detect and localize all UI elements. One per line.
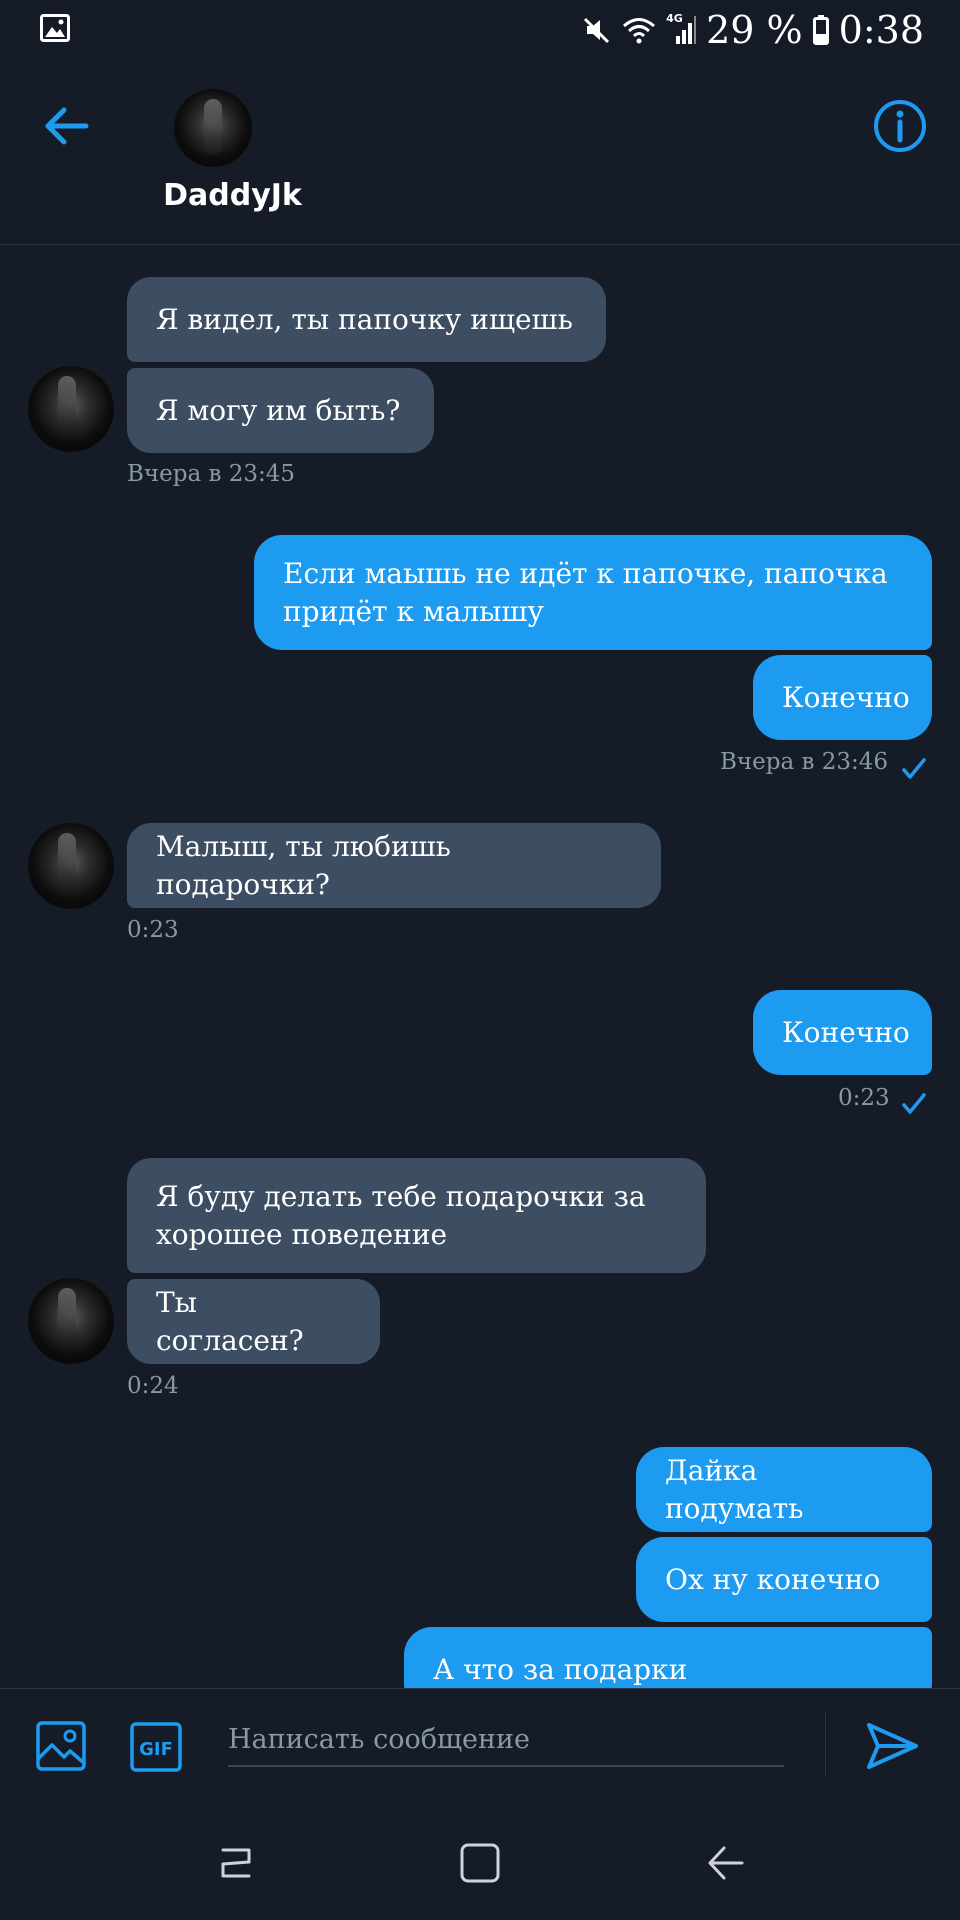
- message-timestamp: 0:23: [838, 1085, 890, 1111]
- status-icons: 4G 29 % 0:38: [582, 8, 924, 52]
- message-text: Я буду делать тебе подарочки за хорошее …: [156, 1179, 646, 1251]
- message-text: Я видел, ты папочку ищешь: [156, 302, 573, 336]
- battery-icon: [812, 15, 829, 45]
- mute-icon: [584, 17, 610, 44]
- battery-percentage: 29 %: [706, 8, 803, 52]
- incoming-message[interactable]: Я буду делать тебе подарочки за хорошее …: [127, 1158, 706, 1273]
- gif-icon[interactable]: GIF: [130, 1722, 182, 1772]
- message-list[interactable]: Я видел, ты папочку ищешь Я могу им быть…: [0, 245, 960, 1688]
- clock: 0:38: [838, 8, 924, 52]
- outgoing-message[interactable]: Конечно: [753, 655, 932, 740]
- outgoing-message[interactable]: Если маышь не идёт к папочке, папочка пр…: [254, 535, 932, 650]
- system-navigation-bar: [0, 1804, 960, 1920]
- message-text: Конечно: [782, 680, 910, 714]
- message-timestamp: Вчера в 23:46: [720, 749, 889, 775]
- send-icon[interactable]: [866, 1721, 920, 1771]
- message-text: Если маышь не идёт к папочке, папочка пр…: [283, 556, 888, 628]
- image-icon[interactable]: [36, 1721, 86, 1771]
- incoming-message[interactable]: Я могу им быть?: [127, 368, 434, 453]
- sender-avatar[interactable]: [28, 823, 114, 909]
- contact-avatar[interactable]: [174, 89, 252, 167]
- gif-label: GIF: [139, 1739, 173, 1760]
- sent-check-icon: [902, 758, 926, 779]
- incoming-message[interactable]: Ты согласен?: [127, 1279, 380, 1364]
- message-timestamp: 0:24: [127, 1373, 179, 1399]
- outgoing-message[interactable]: А что за подарки: [404, 1627, 932, 1688]
- message-composer: GIF: [0, 1688, 960, 1805]
- signal-indicator: 4G: [666, 12, 697, 46]
- message-timestamp: Вчера в 23:45: [127, 461, 296, 487]
- composer-divider: [825, 1711, 826, 1775]
- incoming-message[interactable]: Я видел, ты папочку ищешь: [127, 277, 606, 362]
- outgoing-message[interactable]: Дайка подумать: [636, 1447, 932, 1532]
- incoming-message[interactable]: Малыш, ты любишь подарочки?: [127, 823, 661, 908]
- message-text: Ох ну конечно: [665, 1562, 881, 1596]
- message-text: Я могу им быть?: [156, 393, 401, 427]
- message-timestamp: 0:23: [127, 917, 179, 943]
- contact-name[interactable]: DaddyJk: [110, 178, 355, 213]
- home-icon[interactable]: [457, 1840, 503, 1886]
- message-input[interactable]: [228, 1713, 784, 1767]
- recent-apps-icon[interactable]: [213, 1840, 259, 1886]
- wifi-icon: [623, 18, 656, 44]
- nav-back-icon[interactable]: [702, 1840, 748, 1886]
- message-text: Ты согласен?: [156, 1285, 304, 1357]
- status-bar: 4G 29 % 0:38: [0, 0, 960, 58]
- outgoing-message[interactable]: Ох ну конечно: [636, 1537, 932, 1622]
- signal-icon: [676, 16, 697, 44]
- message-text: Малыш, ты любишь подарочки?: [156, 829, 451, 901]
- outgoing-message[interactable]: Конечно: [753, 990, 932, 1075]
- sent-check-icon: [902, 1093, 926, 1114]
- message-text: Конечно: [782, 1015, 910, 1049]
- gallery-notification-icon: [40, 14, 70, 42]
- sender-avatar[interactable]: [28, 1278, 114, 1364]
- back-arrow-icon[interactable]: [40, 100, 92, 152]
- sender-avatar[interactable]: [28, 366, 114, 452]
- message-text: Дайка подумать: [665, 1453, 804, 1525]
- message-text: А что за подарки: [433, 1652, 688, 1686]
- info-icon[interactable]: [872, 98, 928, 154]
- conversation-header: DaddyJk: [0, 58, 960, 245]
